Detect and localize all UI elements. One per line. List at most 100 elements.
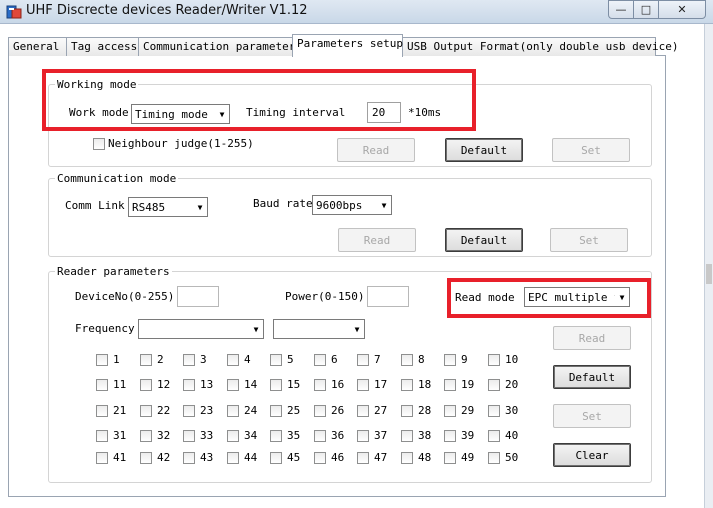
channel-checkbox-item[interactable]: 33 xyxy=(183,429,213,442)
channel-checkbox[interactable] xyxy=(96,404,108,417)
channel-checkbox-item[interactable]: 3 xyxy=(183,353,207,366)
neighbour-judge-checkbox[interactable] xyxy=(93,137,105,150)
channel-checkbox-item[interactable]: 44 xyxy=(227,451,257,464)
channel-checkbox-item[interactable]: 15 xyxy=(270,378,300,391)
channel-checkbox[interactable] xyxy=(401,451,413,464)
channel-checkbox-item[interactable]: 36 xyxy=(314,429,344,442)
channel-checkbox[interactable] xyxy=(270,404,282,417)
channel-checkbox[interactable] xyxy=(270,378,282,391)
channel-checkbox[interactable] xyxy=(401,429,413,442)
channel-checkbox-item[interactable]: 8 xyxy=(401,353,425,366)
channel-checkbox-item[interactable]: 48 xyxy=(401,451,431,464)
channel-checkbox[interactable] xyxy=(401,378,413,391)
scrollbar-thumb[interactable] xyxy=(706,264,712,284)
channel-checkbox[interactable] xyxy=(357,451,369,464)
channel-checkbox-item[interactable]: 38 xyxy=(401,429,431,442)
channel-checkbox-item[interactable]: 21 xyxy=(96,404,126,417)
channel-checkbox[interactable] xyxy=(488,378,500,391)
channel-checkbox[interactable] xyxy=(401,404,413,417)
channel-checkbox[interactable] xyxy=(444,451,456,464)
channel-checkbox[interactable] xyxy=(140,451,152,464)
scrollbar[interactable] xyxy=(704,24,713,508)
channel-checkbox[interactable] xyxy=(488,404,500,417)
neighbour-judge-checkbox-row[interactable]: Neighbour judge(1-255) xyxy=(93,137,254,150)
power-input[interactable] xyxy=(367,286,409,307)
channel-checkbox[interactable] xyxy=(183,429,195,442)
channel-checkbox-item[interactable]: 13 xyxy=(183,378,213,391)
channel-checkbox-item[interactable]: 49 xyxy=(444,451,474,464)
comm-link-select[interactable]: RS485 ▼ xyxy=(128,197,208,217)
tab-general[interactable]: General xyxy=(8,37,67,56)
maximize-button[interactable]: □ xyxy=(633,0,659,19)
working-mode-set-button[interactable]: Set xyxy=(552,138,630,162)
channel-checkbox-item[interactable]: 30 xyxy=(488,404,518,417)
tab-communication-parameters[interactable]: Communication parameters xyxy=(138,37,302,56)
reader-clear-button[interactable]: Clear xyxy=(553,443,631,467)
channel-checkbox[interactable] xyxy=(183,378,195,391)
channel-checkbox-item[interactable]: 11 xyxy=(96,378,126,391)
timing-interval-input[interactable]: 20 xyxy=(367,102,401,123)
channel-checkbox[interactable] xyxy=(140,429,152,442)
frequency-from-select[interactable]: ▼ xyxy=(138,319,264,339)
channel-checkbox[interactable] xyxy=(488,429,500,442)
channel-checkbox-item[interactable]: 35 xyxy=(270,429,300,442)
channel-checkbox-item[interactable]: 16 xyxy=(314,378,344,391)
channel-checkbox[interactable] xyxy=(314,451,326,464)
channel-checkbox-item[interactable]: 41 xyxy=(96,451,126,464)
channel-checkbox-item[interactable]: 47 xyxy=(357,451,387,464)
channel-checkbox-item[interactable]: 5 xyxy=(270,353,294,366)
frequency-to-select[interactable]: ▼ xyxy=(273,319,365,339)
channel-checkbox-item[interactable]: 32 xyxy=(140,429,170,442)
baud-rate-select[interactable]: 9600bps ▼ xyxy=(312,195,392,215)
channel-checkbox[interactable] xyxy=(183,353,195,366)
channel-checkbox-item[interactable]: 14 xyxy=(227,378,257,391)
channel-checkbox-item[interactable]: 26 xyxy=(314,404,344,417)
reader-default-button[interactable]: Default xyxy=(553,365,631,389)
minimize-button[interactable]: — xyxy=(608,0,634,19)
channel-checkbox[interactable] xyxy=(270,451,282,464)
channel-checkbox[interactable] xyxy=(227,429,239,442)
channel-checkbox-item[interactable]: 40 xyxy=(488,429,518,442)
read-mode-select[interactable]: EPC multiple t ▼ xyxy=(524,287,630,307)
channel-checkbox-item[interactable]: 28 xyxy=(401,404,431,417)
channel-checkbox-item[interactable]: 10 xyxy=(488,353,518,366)
tab-usb-output-format[interactable]: USB Output Format(only double usb device… xyxy=(402,37,679,56)
channel-checkbox-item[interactable]: 24 xyxy=(227,404,257,417)
device-no-input[interactable] xyxy=(177,286,219,307)
channel-checkbox-item[interactable]: 19 xyxy=(444,378,474,391)
channel-checkbox[interactable] xyxy=(227,378,239,391)
channel-checkbox[interactable] xyxy=(444,404,456,417)
channel-checkbox-item[interactable]: 42 xyxy=(140,451,170,464)
channel-checkbox[interactable] xyxy=(227,404,239,417)
channel-checkbox-item[interactable]: 7 xyxy=(357,353,381,366)
channel-checkbox-item[interactable]: 25 xyxy=(270,404,300,417)
tab-tag-access[interactable]: Tag access xyxy=(66,37,139,56)
channel-checkbox[interactable] xyxy=(357,404,369,417)
channel-checkbox-item[interactable]: 43 xyxy=(183,451,213,464)
channel-checkbox[interactable] xyxy=(444,378,456,391)
channel-checkbox[interactable] xyxy=(314,353,326,366)
channel-checkbox[interactable] xyxy=(183,404,195,417)
comm-mode-set-button[interactable]: Set xyxy=(550,228,628,252)
channel-checkbox[interactable] xyxy=(488,353,500,366)
channel-checkbox[interactable] xyxy=(444,429,456,442)
channel-checkbox-item[interactable]: 50 xyxy=(488,451,518,464)
channel-checkbox[interactable] xyxy=(357,429,369,442)
channel-checkbox-item[interactable]: 31 xyxy=(96,429,126,442)
channel-checkbox[interactable] xyxy=(444,353,456,366)
channel-checkbox-item[interactable]: 45 xyxy=(270,451,300,464)
channel-checkbox-item[interactable]: 4 xyxy=(227,353,251,366)
channel-checkbox[interactable] xyxy=(270,429,282,442)
channel-checkbox[interactable] xyxy=(183,451,195,464)
working-mode-default-button[interactable]: Default xyxy=(445,138,523,162)
channel-checkbox[interactable] xyxy=(140,404,152,417)
channel-checkbox-item[interactable]: 18 xyxy=(401,378,431,391)
close-button[interactable]: ✕ xyxy=(658,0,706,19)
channel-checkbox[interactable] xyxy=(401,353,413,366)
channel-checkbox[interactable] xyxy=(314,378,326,391)
channel-checkbox[interactable] xyxy=(357,353,369,366)
channel-checkbox[interactable] xyxy=(140,378,152,391)
channel-checkbox-item[interactable]: 37 xyxy=(357,429,387,442)
channel-checkbox[interactable] xyxy=(227,451,239,464)
channel-checkbox[interactable] xyxy=(314,404,326,417)
